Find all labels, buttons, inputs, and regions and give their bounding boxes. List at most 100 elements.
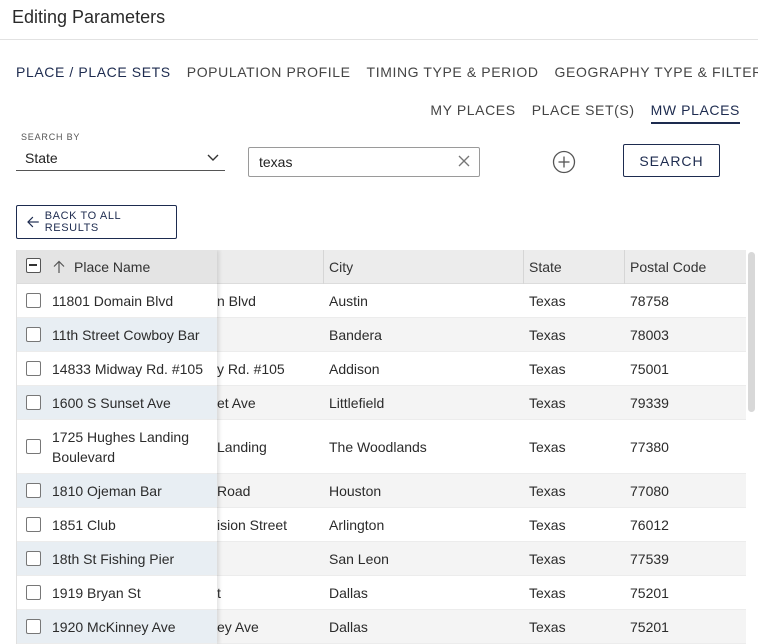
- place-name-cell[interactable]: 1851 Club: [17, 508, 217, 542]
- clear-icon[interactable]: [457, 154, 471, 168]
- city-cell: Addison: [329, 361, 380, 377]
- place-name-cell[interactable]: 1725 Hughes Landing Boulevard: [17, 420, 217, 474]
- place-name-partial: t: [217, 585, 221, 601]
- state-cell: Texas: [529, 517, 566, 533]
- back-button-label: BACK TO ALL RESULTS: [44, 210, 121, 234]
- postal-code-cell: 75001: [630, 361, 669, 377]
- postal-code-cell: 75201: [630, 585, 669, 601]
- scrollbar-thumb[interactable]: [748, 252, 755, 412]
- results-table: City State Postal Code n Blvd Austin Texas…: [16, 250, 746, 644]
- row-checkbox[interactable]: [26, 483, 41, 498]
- place-name-cell[interactable]: 18th St Fishing Pier: [17, 542, 217, 576]
- postal-code-cell: 76012: [630, 517, 669, 533]
- place-name-partial: y Rd. #105: [217, 361, 285, 377]
- place-name-line: 1920 McKinney Ave: [52, 619, 176, 635]
- place-name-line: 18th St Fishing Pier: [52, 551, 175, 567]
- row-checkbox[interactable]: [26, 439, 41, 454]
- search-button[interactable]: SEARCH: [623, 144, 720, 177]
- state-cell: Texas: [529, 585, 566, 601]
- place-name-partial: n Blvd: [217, 293, 256, 309]
- city-cell: The Woodlands: [329, 439, 427, 455]
- sticky-place-name-column: Place Name 11801 Domain Blvd 11th Street …: [17, 250, 217, 644]
- place-name: 1725 Hughes Landing Boulevard: [52, 427, 189, 467]
- place-name-line: 1600 S Sunset Ave: [52, 395, 171, 411]
- search-input[interactable]: [259, 154, 449, 170]
- postal-code-cell: 77380: [630, 439, 669, 455]
- place-name: 18th St Fishing Pier: [52, 549, 174, 569]
- postal-code-cell: 77080: [630, 483, 669, 499]
- place-name: 11th Street Cowboy Bar: [52, 325, 200, 345]
- place-name-cell[interactable]: 1600 S Sunset Ave: [17, 386, 217, 420]
- place-name-partial: et Ave: [217, 395, 256, 411]
- column-separator: [323, 250, 324, 284]
- place-name-cell[interactable]: 1920 McKinney Ave: [17, 610, 217, 644]
- state-cell: Texas: [529, 327, 566, 343]
- place-name-cell[interactable]: 1810 Ojeman Bar: [17, 474, 217, 508]
- main-tabs: PLACE / PLACE SETS POPULATION PROFILE TI…: [16, 64, 758, 80]
- tab-population-profile[interactable]: POPULATION PROFILE: [187, 64, 351, 80]
- select-all-checkbox[interactable]: [26, 258, 41, 273]
- place-name-partial: Road: [217, 483, 251, 499]
- row-checkbox[interactable]: [26, 327, 41, 342]
- place-name-cell[interactable]: 14833 Midway Rd. #105: [17, 352, 217, 386]
- city-cell: Houston: [329, 483, 382, 499]
- place-name-partial: ision Street: [217, 517, 288, 533]
- header-city[interactable]: City: [329, 259, 353, 275]
- place-name-cell[interactable]: 11801 Domain Blvd: [17, 284, 217, 318]
- postal-code-cell: 78758: [630, 293, 669, 309]
- sub-tabs: MY PLACES PLACE SET(S) MW PLACES: [430, 102, 740, 124]
- city-cell: Austin: [329, 293, 368, 309]
- place-name: 1810 Ojeman Bar: [52, 481, 162, 501]
- row-checkbox[interactable]: [26, 585, 41, 600]
- search-query-field[interactable]: [248, 147, 480, 177]
- postal-code-cell: 79339: [630, 395, 669, 411]
- header-postal-code[interactable]: Postal Code: [630, 259, 706, 275]
- row-checkbox[interactable]: [26, 361, 41, 376]
- tab-timing-type-period[interactable]: TIMING TYPE & PERIOD: [367, 64, 539, 80]
- place-name-line: 11801 Domain Blvd: [52, 293, 174, 309]
- state-cell: Texas: [529, 361, 566, 377]
- place-name-partial: ey Ave: [217, 619, 259, 635]
- city-cell: Dallas: [329, 585, 368, 601]
- tab-geography-type-filter[interactable]: GEOGRAPHY TYPE & FILTER: [555, 64, 758, 80]
- place-name-line: 11th Street Cowboy Bar: [52, 327, 200, 343]
- postal-code-cell: 77539: [630, 551, 669, 567]
- row-checkbox[interactable]: [26, 551, 41, 566]
- city-cell: San Leon: [329, 551, 389, 567]
- city-cell: Dallas: [329, 619, 368, 635]
- search-by-select[interactable]: State: [16, 148, 225, 171]
- place-name-cell[interactable]: 1919 Bryan St: [17, 576, 217, 610]
- place-name-partial: Landing: [217, 439, 267, 455]
- state-cell: Texas: [529, 293, 566, 309]
- state-cell: Texas: [529, 439, 566, 455]
- tab-place-sets[interactable]: PLACE / PLACE SETS: [16, 64, 171, 80]
- place-name-cell[interactable]: 11th Street Cowboy Bar: [17, 318, 217, 352]
- place-name: 1600 S Sunset Ave: [52, 393, 171, 413]
- place-name-line: Boulevard: [52, 449, 116, 465]
- add-circle-icon[interactable]: [552, 150, 576, 174]
- place-name: 1920 McKinney Ave: [52, 617, 176, 637]
- row-checkbox[interactable]: [26, 619, 41, 634]
- city-cell: Arlington: [329, 517, 385, 533]
- subtab-place-sets[interactable]: PLACE SET(S): [532, 102, 635, 124]
- row-checkbox[interactable]: [26, 395, 41, 410]
- header-place-name-label[interactable]: Place Name: [74, 259, 150, 275]
- sort-ascending-icon[interactable]: [53, 260, 65, 274]
- column-separator: [523, 250, 524, 284]
- postal-code-cell: 78003: [630, 327, 669, 343]
- state-cell: Texas: [529, 483, 566, 499]
- header-state[interactable]: State: [529, 259, 562, 275]
- back-to-all-results-button[interactable]: BACK TO ALL RESULTS: [16, 205, 177, 239]
- search-by-value: State: [25, 150, 58, 166]
- place-name-line: 1725 Hughes Landing: [52, 429, 190, 445]
- place-name: 1851 Club: [52, 515, 116, 535]
- chevron-down-icon: [207, 154, 219, 161]
- postal-code-cell: 75201: [630, 619, 669, 635]
- dialog-title: Editing Parameters: [12, 7, 166, 27]
- state-cell: Texas: [529, 619, 566, 635]
- place-name: 1919 Bryan St: [52, 583, 141, 603]
- subtab-mw-places[interactable]: MW PLACES: [650, 102, 740, 124]
- subtab-my-places[interactable]: MY PLACES: [430, 102, 515, 124]
- row-checkbox[interactable]: [26, 293, 41, 308]
- row-checkbox[interactable]: [26, 517, 41, 532]
